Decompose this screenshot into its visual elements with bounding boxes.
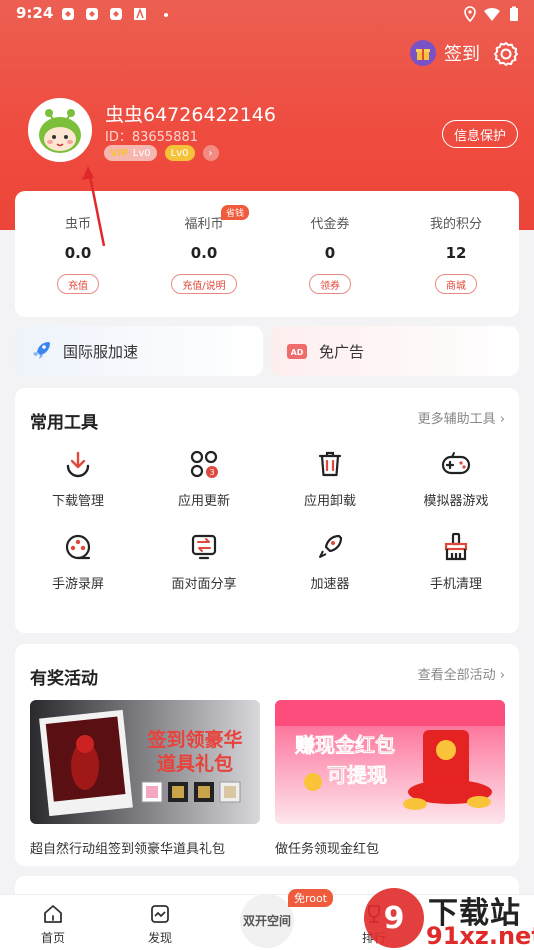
activity-caption: 超自然行动组签到领豪华道具礼包 [30,842,226,857]
location-icon [464,6,476,22]
wallet-value: 0.0 [190,244,218,262]
user-id: ID：83655881 [105,130,199,145]
app-update-icon: 3 [190,450,218,478]
all-activities-link[interactable]: 查看全部活动 › [418,664,505,683]
svg-text:可提现: 可提现 [327,763,387,787]
ad-block-icon: AD [287,344,307,359]
tool-app-update[interactable]: 3 应用更新 [141,448,267,509]
tool-accelerator[interactable]: 加速器 [267,531,393,592]
tool-face-share[interactable]: 面对面分享 [141,531,267,592]
status-bar: 9:24 [0,0,534,28]
activities-card: 有奖活动 查看全部活动 › 签到领豪华 道具礼包 超自然行动组签到领豪华道具礼包 [15,644,519,866]
activity-banner-redpacket[interactable]: 赚现金红包 可提现 [275,700,505,824]
share-icon [191,534,217,560]
wallet-label: 虫币 [64,217,91,232]
signin-label: 签到 [444,44,480,65]
home-icon [44,905,62,923]
svg-text:签到领豪华: 签到领豪华 [146,728,242,751]
intl-accelerate-button[interactable]: 国际服加速 [15,326,263,376]
wallet-label: 我的积分 [429,217,482,232]
dual-space-button[interactable]: 双开空间 [240,894,294,948]
vip-badge: VIP Lv0 [104,145,157,161]
broom-icon [444,532,468,561]
app-notification-icon [110,8,122,20]
save-money-badge: 省钱 [221,205,250,220]
app-notification-icon [62,8,74,20]
tab-home[interactable]: 首页 [23,903,83,946]
activity-caption: 做任务领现金红包 [275,842,380,857]
tool-screen-record[interactable]: 手游录屏 [15,531,141,592]
activities-title: 有奖活动 [30,669,98,689]
intl-accelerate-label: 国际服加速 [63,342,139,361]
activity-banner-image: 签到领豪华 道具礼包 [30,700,260,824]
activity-banner-image: 赚现金红包 可提现 [275,700,505,824]
svg-text:3: 3 [209,468,214,477]
app-notification-icon [134,7,146,20]
trash-icon [318,451,342,477]
wallet-value: 0 [324,244,336,262]
claim-voucher-button[interactable]: 领券 [309,274,351,294]
chevron-right-icon[interactable]: › [202,145,219,161]
gift-icon [410,40,436,66]
dot-icon [164,13,168,17]
wallet-value: 0.0 [64,244,92,262]
free-root-badge: 免root [288,889,334,907]
watermark-url: 91xz.net [426,922,534,950]
no-ads-label: 免广告 [319,342,365,361]
record-icon [65,534,91,560]
level-badge: Lv0 [164,145,195,161]
signin-button[interactable]: 签到 [410,40,480,66]
avatar[interactable] [28,98,92,162]
avatar-mascot-icon [31,101,89,159]
level-badges[interactable]: VIP Lv0 Lv0 › [104,145,219,161]
wallet-coins: 虫币 0.0 充值 [15,191,141,317]
shop-button[interactable]: 商城 [435,274,477,294]
activity-banner-signin[interactable]: 签到领豪华 道具礼包 [30,700,260,824]
app-notification-icon [86,8,98,20]
more-tools-link[interactable]: 更多辅助工具 › [418,408,505,427]
status-time: 9:24 [16,4,54,22]
gear-icon[interactable] [492,40,520,68]
svg-text:9: 9 [384,901,405,936]
tab-discover[interactable]: 发现 [130,903,190,946]
tools-title: 常用工具 [30,413,98,433]
svg-text:道具礼包: 道具礼包 [157,752,233,775]
username: 虫虫64726422146 [105,104,276,126]
recharge-button[interactable]: 充值 [57,274,99,294]
wallet-card: 虫币 0.0 充值 福利币 省钱 0.0 充值/说明 代金券 0 领券 我的积分… [15,191,519,317]
battery-icon [510,6,518,21]
rocket-icon [319,534,343,558]
wallet-label: 代金券 [310,217,350,232]
download-icon [66,451,90,478]
svg-text:AD: AD [291,348,304,357]
tool-phone-clean[interactable]: 手机清理 [393,531,519,592]
wallet-label: 福利币 [184,217,224,232]
gamepad-icon [441,452,471,475]
wallet-value: 12 [445,244,467,262]
tool-emulator-games[interactable]: 模拟器游戏 [393,448,519,509]
tools-card: 常用工具 更多辅助工具 › 下载管理 3 应用更新 应用卸载 模拟器游戏 手游录… [15,388,519,633]
tool-download-manager[interactable]: 下载管理 [15,448,141,509]
wallet-vouchers: 代金券 0 领券 [267,191,393,317]
no-ads-button[interactable]: AD 免广告 [271,326,519,376]
rocket-icon [33,342,50,359]
tool-uninstall[interactable]: 应用卸载 [267,448,393,509]
wallet-points: 我的积分 12 商城 [393,191,519,317]
recharge-info-button[interactable]: 充值/说明 [171,274,237,294]
wifi-icon [484,7,500,21]
wallet-welfare: 福利币 省钱 0.0 充值/说明 [141,191,267,317]
info-protect-button[interactable]: 信息保护 [441,120,518,148]
svg-text:赚现金红包: 赚现金红包 [294,733,395,757]
discover-icon [151,905,169,923]
